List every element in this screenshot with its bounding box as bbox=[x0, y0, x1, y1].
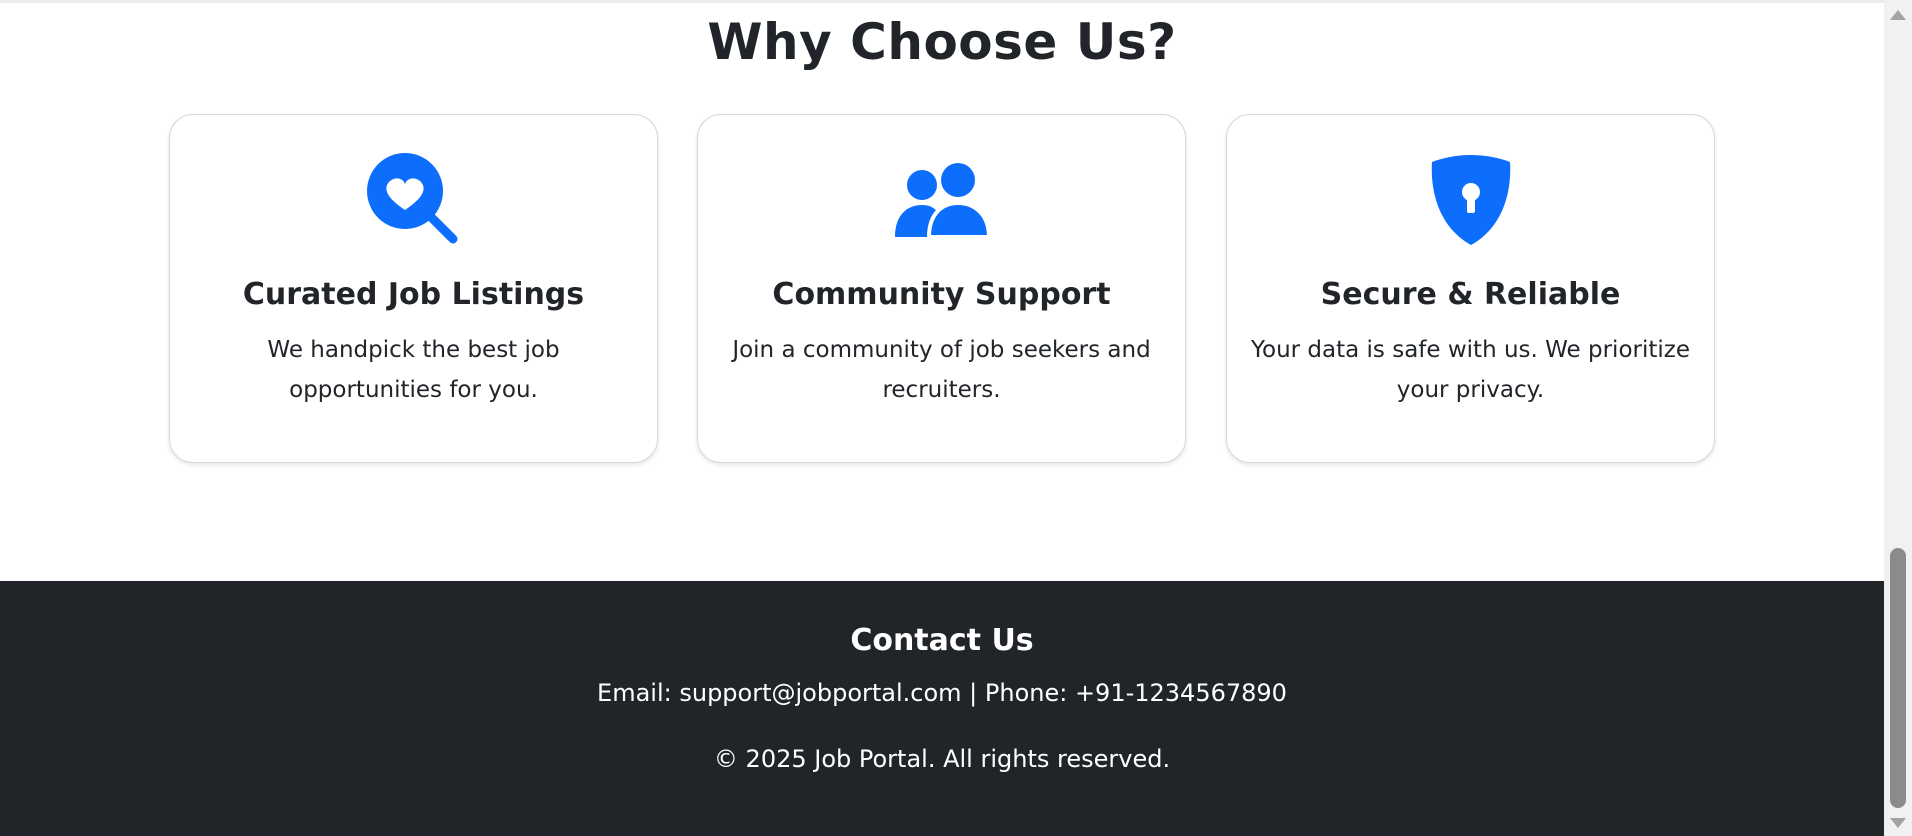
shield-lock-icon bbox=[1227, 153, 1714, 247]
feature-card-title: Secure & Reliable bbox=[1320, 277, 1621, 312]
feature-card-text: Your data is safe with us. We prioritize… bbox=[1251, 337, 1690, 403]
scrollbar-thumb[interactable] bbox=[1890, 548, 1906, 808]
feature-card-title: Curated Job Listings bbox=[242, 277, 585, 312]
feature-card-title: Community Support bbox=[772, 277, 1111, 312]
copyright-text: © 2025 Job Portal. All rights reserved. bbox=[713, 745, 1171, 773]
contact-footer: Contact Us Email: support@jobportal.com … bbox=[0, 581, 1884, 836]
feature-cards: Curated Job Listings We handpick the bes… bbox=[169, 114, 1715, 463]
scroll-down-arrow-icon[interactable] bbox=[1884, 812, 1912, 834]
feature-card-community: Community Support Join a community of jo… bbox=[697, 114, 1186, 463]
feature-card-secure: Secure & Reliable Your data is safe with… bbox=[1226, 114, 1715, 463]
feature-card-curated-jobs: Curated Job Listings We handpick the bes… bbox=[169, 114, 658, 463]
why-choose-us-title: Why Choose Us? bbox=[707, 13, 1177, 71]
browser-viewport: Why Choose Us? Curated Job Listings We h… bbox=[0, 0, 1912, 836]
page-content: Why Choose Us? Curated Job Listings We h… bbox=[0, 0, 1884, 836]
feature-card-text: We handpick the best job opportunities f… bbox=[267, 337, 560, 403]
search-heart-icon bbox=[170, 153, 657, 247]
footer-title: Contact Us bbox=[850, 623, 1034, 658]
vertical-scrollbar[interactable] bbox=[1884, 0, 1912, 836]
scroll-up-arrow-icon[interactable] bbox=[1884, 4, 1912, 26]
people-icon bbox=[698, 153, 1185, 247]
contact-details: Email: support@jobportal.com | Phone: +9… bbox=[597, 679, 1287, 707]
feature-card-text: Join a community of job seekers and recr… bbox=[732, 337, 1151, 403]
